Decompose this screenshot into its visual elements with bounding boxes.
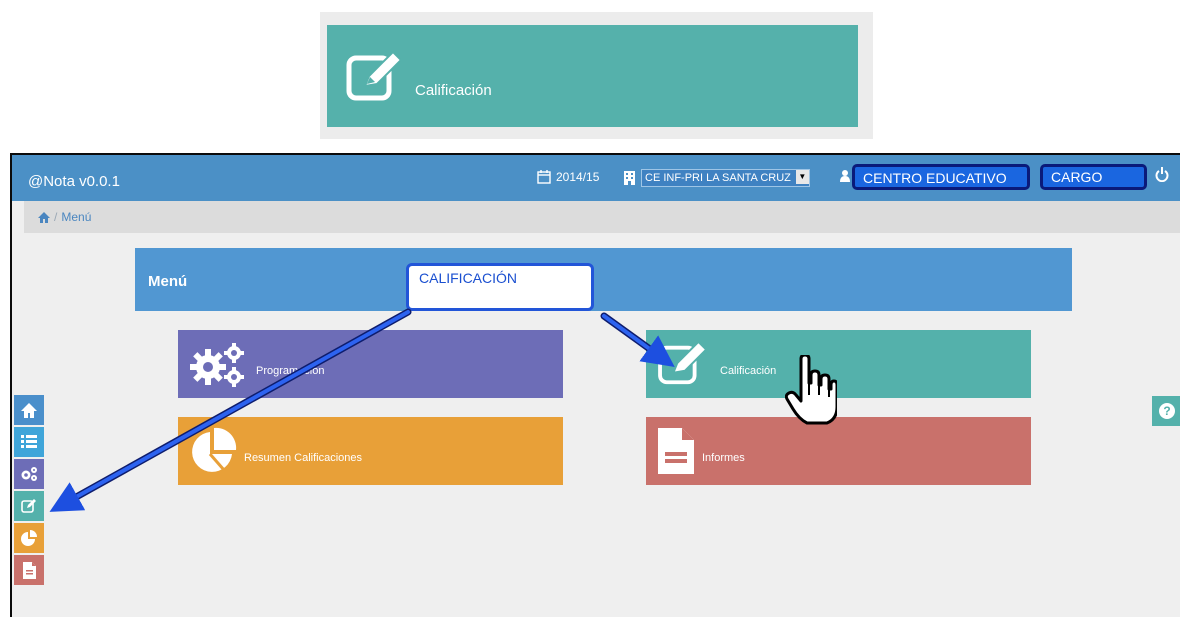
power-icon[interactable] xyxy=(1155,167,1169,182)
tile-informes[interactable]: Informes xyxy=(646,417,1031,485)
sidebar-item-list[interactable] xyxy=(14,427,44,457)
calificacion-callout: CALIFICACIÓN xyxy=(406,263,594,311)
home-icon xyxy=(21,402,37,418)
breadcrumb: / Menú xyxy=(24,201,1180,233)
app-brand[interactable]: @Nota v0.0.1 xyxy=(28,173,120,190)
top-navbar: @Nota v0.0.1 2014/15 CE INF-PRI LA SANTA… xyxy=(12,155,1180,201)
breadcrumb-separator: / xyxy=(54,210,58,224)
menu-title: Menú xyxy=(148,273,188,290)
sidebar-item-informes[interactable] xyxy=(14,555,44,585)
sidebar-item-home[interactable] xyxy=(14,395,44,425)
pie-chart-icon xyxy=(21,530,37,546)
hand-pointer-icon xyxy=(785,355,837,425)
center-select-value: CE INF-PRI LA SANTA CRUZ xyxy=(645,172,791,184)
home-icon[interactable] xyxy=(38,211,50,223)
sidebar-item-calificacion[interactable] xyxy=(14,491,44,521)
tile-programacion-label: Programación xyxy=(256,365,325,377)
edit-icon xyxy=(658,340,708,385)
user-icon xyxy=(840,170,850,182)
zoom-calificacion-tile: Calificación xyxy=(327,25,858,127)
document-icon xyxy=(658,428,694,474)
center-selector[interactable]: CE INF-PRI LA SANTA CRUZ ▼ xyxy=(624,169,810,187)
tile-programacion[interactable]: Programación xyxy=(178,330,563,398)
calendar-icon xyxy=(537,170,551,184)
building-icon xyxy=(624,171,635,185)
menu-panel-header: Menú xyxy=(135,248,1072,311)
tile-resumen-label: Resumen Calificaciones xyxy=(244,452,362,464)
edit-icon xyxy=(21,499,36,513)
document-icon xyxy=(22,561,36,579)
centro-educativo-callout: CENTRO EDUCATIVO xyxy=(852,164,1030,190)
sidebar-item-programacion[interactable] xyxy=(14,459,44,489)
center-select[interactable]: CE INF-PRI LA SANTA CRUZ ▼ xyxy=(641,169,810,187)
app-window: @Nota v0.0.1 2014/15 CE INF-PRI LA SANTA… xyxy=(10,153,1180,617)
pie-chart-icon xyxy=(192,427,237,472)
cogs-icon xyxy=(190,343,244,387)
school-year-label: 2014/15 xyxy=(556,170,600,184)
cargo-callout: CARGO xyxy=(1040,164,1147,190)
breadcrumb-item-menu[interactable]: Menú xyxy=(61,210,91,224)
chevron-down-icon[interactable]: ▼ xyxy=(795,170,809,184)
tile-resumen-calificaciones[interactable]: Resumen Calificaciones xyxy=(178,417,563,485)
school-year[interactable]: 2014/15 xyxy=(537,170,599,184)
tile-informes-label: Informes xyxy=(702,452,745,464)
question-icon: ? xyxy=(1159,403,1175,419)
tile-calificacion-label: Calificación xyxy=(720,365,777,377)
tile-calificacion[interactable]: Calificación xyxy=(646,330,1031,398)
zoom-tile-label: Calificación xyxy=(415,81,492,99)
cogs-icon xyxy=(21,467,37,481)
sidebar-item-resumen[interactable] xyxy=(14,523,44,553)
help-button[interactable]: ? xyxy=(1152,396,1180,426)
list-icon xyxy=(21,435,37,448)
edit-icon xyxy=(346,50,403,101)
